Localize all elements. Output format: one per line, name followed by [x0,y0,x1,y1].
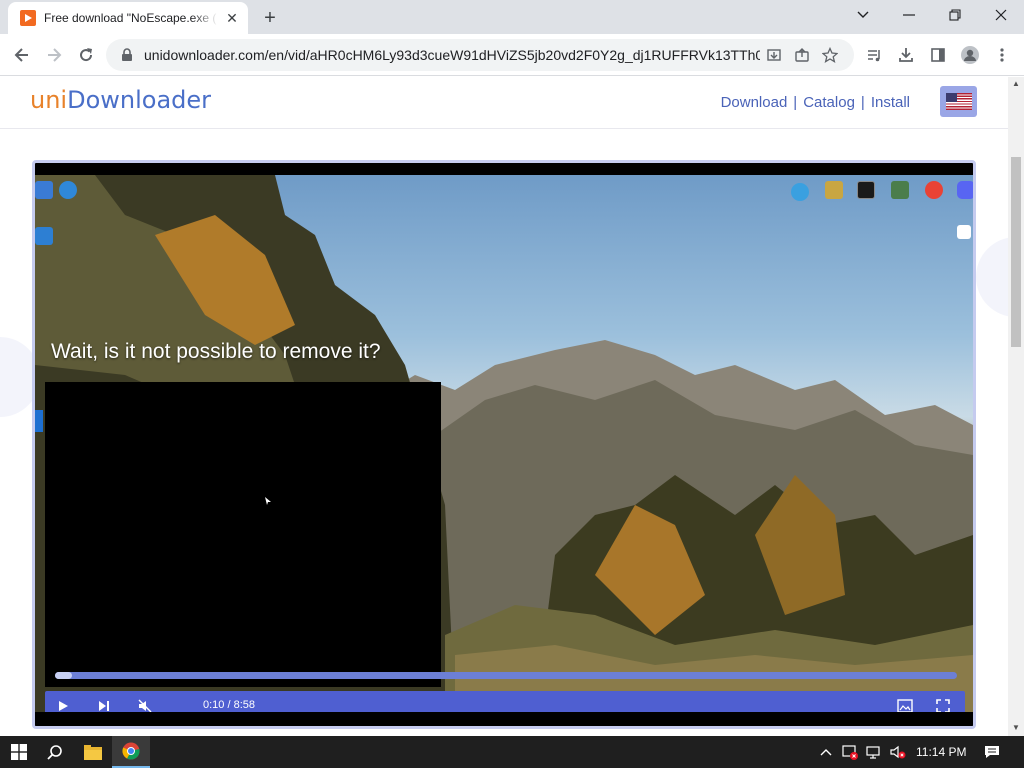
reload-button[interactable] [72,41,100,69]
search-icon[interactable] [36,736,74,768]
volume-muted-icon[interactable] [890,744,906,760]
google-chrome-icon [925,181,943,199]
next-button[interactable] [94,696,114,712]
minimize-button[interactable] [886,0,932,30]
tab-title: Free download "NoEscape.exe ( [44,11,217,25]
url-text: unidownloader.com/en/vid/aHR0cHM6Ly93d3c… [144,47,760,63]
web-page: uniDownloader Download | Catalog | Insta… [0,77,1024,736]
nav-install-link[interactable]: Install [871,94,910,111]
back-button[interactable] [8,41,36,69]
file-explorer-icon[interactable] [74,736,112,768]
discord-icon [957,181,973,199]
process-hacker-icon [891,181,909,199]
black-window-overlay [45,382,441,687]
address-bar[interactable]: unidownloader.com/en/vid/aHR0cHM6Ly93d3c… [106,39,854,71]
network-tray-icon[interactable] [866,744,882,760]
site-navigation: Download | Catalog | Install [721,94,910,111]
restore-button[interactable] [932,0,978,30]
chrome-taskbar-icon[interactable] [112,736,150,768]
browser-tab-bar: Free download "NoEscape.exe ( ✕ + [0,0,1024,34]
downloads-icon[interactable] [892,41,920,69]
play-button[interactable] [53,696,73,712]
nav-catalog-link[interactable]: Catalog [803,94,855,111]
logo-part-uni: uni [30,86,68,114]
close-window-button[interactable] [978,0,1024,30]
picture-in-picture-icon[interactable] [895,696,915,712]
notification-center-icon[interactable] [984,744,1000,760]
video-frame[interactable]: Wait, is it not possible to remove it? 0… [35,175,973,712]
language-selector-button[interactable] [940,86,977,117]
security-alert-icon[interactable] [842,744,858,760]
mute-icon[interactable] [135,696,155,712]
bookmark-star-icon[interactable] [816,41,844,69]
tab-close-icon[interactable]: ✕ [224,10,240,26]
browser-tab[interactable]: Free download "NoEscape.exe ( ✕ [8,2,248,34]
new-tab-button[interactable]: + [258,6,282,30]
media-control-icon[interactable] [860,41,888,69]
command-prompt-icon [857,181,875,199]
scroll-down-arrow-icon[interactable]: ▼ [1012,723,1020,732]
network-icon [59,181,77,199]
lock-icon[interactable] [120,48,134,62]
seek-bar[interactable] [55,672,957,679]
install-app-icon[interactable] [760,41,788,69]
this-pc-icon [35,181,53,199]
player-controls: 0:10 / 8:58 [45,691,965,712]
share-icon[interactable] [788,41,816,69]
us-flag-icon [945,93,972,110]
nav-download-link[interactable]: Download [721,94,788,111]
browser-menu-icon[interactable] [988,41,1016,69]
tab-search-icon[interactable] [840,0,886,30]
windows-taskbar: 11:14 PM [0,736,1024,768]
scroll-up-arrow-icon[interactable]: ▲ [1012,79,1020,88]
site-logo[interactable]: uniDownloader [30,86,211,114]
side-panel-icon[interactable] [924,41,952,69]
page-scrollbar[interactable]: ▲ ▼ [1008,77,1024,736]
control-panel-icon [35,227,53,245]
site-favicon-icon [20,10,36,26]
seven-zip-icon [957,225,971,239]
show-hidden-icons-icon[interactable] [818,744,834,760]
video-caption: Wait, is it not possible to remove it? [51,340,381,363]
fullscreen-icon[interactable] [933,696,953,712]
forward-button[interactable] [40,41,68,69]
time-display: 0:10 / 8:58 [203,699,255,711]
system-clock[interactable]: 11:14 PM [916,745,966,759]
partial-window-edge [35,410,43,432]
mouse-cursor-icon [265,497,271,505]
browser-toolbar: unidownloader.com/en/vid/aHR0cHM6Ly93d3c… [0,34,1024,76]
video-player[interactable]: Wait, is it not possible to remove it? 0… [32,160,976,729]
desktop-shortcut-icon [791,183,809,201]
site-header: uniDownloader Download | Catalog | Insta… [0,77,1008,129]
start-button[interactable] [0,736,38,768]
desktop-shortcut-icon [825,181,843,199]
scrollbar-thumb[interactable] [1011,157,1021,347]
nav-separator: | [793,94,798,111]
profile-avatar-icon[interactable] [956,41,984,69]
video-bottom-strip [35,712,973,726]
seek-bar-played [55,672,73,679]
nav-separator: | [860,94,865,111]
logo-part-downloader: Downloader [67,86,212,114]
